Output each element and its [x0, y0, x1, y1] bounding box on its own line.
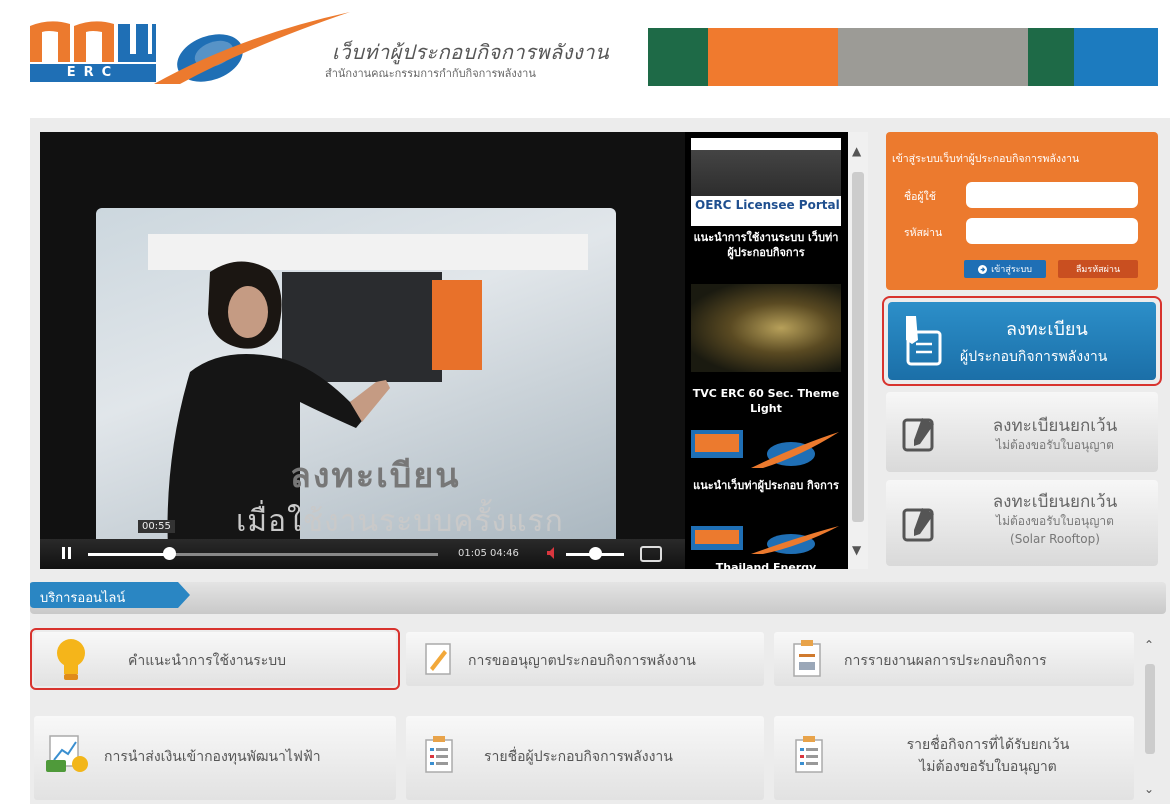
video-player[interactable]: ลงทะเบียน เมื่อใช้งานระบบครั้งแรก 00:55 … [40, 132, 685, 569]
login-button-label: เข้าสู่ระบบ [991, 265, 1032, 275]
service-item-label: การรายงานผลการประกอบกิจการ [844, 653, 1047, 669]
service-item-license[interactable]: การขออนุญาตประกอบกิจการพลังงาน [406, 632, 764, 686]
services-scrollbar[interactable]: ⌃ ⌄ [1142, 638, 1158, 804]
playlist-thumb-caption: OERC Licensee Portal [695, 198, 840, 212]
current-time: 01:05 [458, 548, 487, 559]
username-field[interactable] [966, 182, 1138, 208]
playlist-scrollbar[interactable]: ▲ ▼ [848, 132, 868, 569]
video-panel: ลงทะเบียน เมื่อใช้งานระบบครั้งแรก 00:55 … [40, 132, 868, 569]
login-title: เข้าสู่ระบบเว็บท่าผู้ประกอบกิจการพลังงาน [892, 153, 1080, 165]
playlist-item[interactable]: แนะนำเว็บท่าผู้ประกอบ กิจการ [691, 430, 841, 493]
forgot-password-button[interactable]: ลืมรหัสผ่าน [1058, 260, 1138, 278]
username-label: ชื่อผู้ใช้ [904, 191, 936, 203]
scrollbar-thumb[interactable] [852, 172, 864, 522]
header-color-block [708, 28, 838, 86]
service-item-operator-list[interactable]: รายชื่อผู้ประกอบกิจการพลังงาน [406, 716, 764, 800]
login-button[interactable]: เข้าสู่ระบบ [964, 260, 1046, 278]
service-item-label-line2: ไม่ต้องขอรับใบอนุญาต [919, 759, 1057, 775]
seek-handle[interactable] [162, 547, 176, 560]
erc-logo-mark [30, 21, 156, 62]
login-panel: เข้าสู่ระบบเว็บท่าผู้ประกอบกิจการพลังงาน… [886, 132, 1158, 290]
playlist-thumbnail-logo [691, 430, 839, 468]
services-tab-label: บริการออนไลน์ [40, 591, 126, 606]
pause-icon [62, 547, 71, 559]
list-icon [795, 736, 823, 773]
fullscreen-button[interactable] [640, 546, 662, 562]
service-item-exempt-list[interactable]: รายชื่อกิจการที่ได้รับยกเว้น ไม่ต้องขอรั… [774, 716, 1134, 800]
header-color-strip [648, 28, 1158, 86]
seek-hover-time: 00:55 [138, 520, 175, 533]
service-item-label: การขออนุญาตประกอบกิจการพลังงาน [468, 653, 696, 669]
services-header-bar [30, 582, 1166, 614]
edit-document-icon [902, 418, 934, 452]
video-controls: 01:05 04:46 [40, 539, 685, 569]
scrollbar-thumb[interactable] [1145, 664, 1155, 754]
service-item-label: รายชื่อผู้ประกอบกิจการพลังงาน [484, 749, 673, 765]
register-operator-title: ลงทะเบียน [1006, 319, 1088, 340]
playlist-item-label: แนะนำการใช้งานระบบ เว็บท่าผู้ประกอบกิจกา… [693, 231, 839, 259]
playlist-thumbnail-logo [691, 526, 839, 554]
header-color-block [1028, 28, 1074, 86]
list-icon [425, 736, 453, 773]
money-chart-icon [46, 735, 88, 772]
pen-document-icon [906, 316, 942, 366]
scroll-up-icon[interactable]: ▲ [852, 144, 861, 158]
playlist-item[interactable]: Thailand Energy [691, 526, 841, 569]
playlist-thumbnail [691, 284, 841, 372]
register-operator-panel: ลงทะเบียน ผู้ประกอบกิจการพลังงาน [888, 302, 1156, 380]
register-solar-title: ลงทะเบียนยกเว้น [992, 492, 1118, 512]
document-pen-icon [425, 643, 451, 675]
service-item-label: รายชื่อกิจการที่ได้รับยกเว้น [906, 737, 1070, 753]
erc-logo-text: ERC [30, 64, 156, 82]
register-operator-button[interactable]: ลงทะเบียน ผู้ประกอบกิจการพลังงาน [882, 296, 1162, 386]
register-exempt-button[interactable]: ลงทะเบียนยกเว้น ไม่ต้องขอรับใบอนุญาต [886, 392, 1158, 472]
playlist-item-label: TVC ERC 60 Sec. Theme Light [692, 387, 840, 415]
register-solar-button[interactable]: ลงทะเบียนยกเว้น ไม่ต้องขอรับใบอนุญาต (So… [886, 480, 1158, 566]
header-color-block [1074, 28, 1158, 86]
edit-document-icon [902, 508, 934, 542]
duration: 04:46 [490, 548, 519, 559]
erc-logo[interactable]: ERC [30, 18, 156, 82]
register-solar-subtitle: ไม่ต้องขอรับใบอนุญาต [996, 514, 1114, 528]
playlist-item[interactable]: OERC Licensee Portal แนะนำการใช้งานระบบ … [691, 138, 841, 260]
video-playlist: OERC Licensee Portal แนะนำการใช้งานระบบ … [685, 132, 868, 569]
scroll-down-icon[interactable]: ⌄ [1144, 782, 1154, 796]
playlist-thumbnail: OERC Licensee Portal [691, 138, 841, 226]
scroll-up-icon[interactable]: ⌃ [1144, 638, 1154, 652]
service-item-label: การนำส่งเงินเข้ากองทุนพัฒนาไฟฟ้า [104, 749, 321, 765]
forgot-password-label: ลืมรหัสผ่าน [1075, 265, 1121, 275]
register-solar-note: (Solar Rooftop) [1010, 532, 1100, 546]
playlist-item[interactable]: TVC ERC 60 Sec. Theme Light [691, 284, 841, 416]
time-readout: 01:05 04:46 [458, 548, 519, 559]
scroll-down-icon[interactable]: ▼ [852, 543, 861, 557]
password-label: รหัสผ่าน [904, 227, 943, 239]
report-icon [793, 640, 821, 677]
arrow-circle-icon [978, 264, 988, 274]
header-color-block [838, 28, 1028, 86]
service-item-highlight [30, 628, 400, 690]
video-subtitle-line1: ลงทะเบียน [290, 456, 461, 496]
register-exempt-title: ลงทะเบียนยกเว้น [992, 416, 1118, 436]
site-header: ERC เว็บท่าผู้ประกอบกิจการพลังงาน สำนักง… [0, 0, 1170, 108]
service-item-fund[interactable]: การนำส่งเงินเข้ากองทุนพัฒนาไฟฟ้า [34, 716, 396, 800]
register-exempt-subtitle: ไม่ต้องขอรับใบอนุญาต [996, 438, 1114, 452]
playlist-item-label: แนะนำเว็บท่าผู้ประกอบ กิจการ [693, 479, 839, 492]
site-subtitle: สำนักงานคณะกรรมการกำกับกิจการพลังงาน [325, 67, 536, 80]
volume-handle[interactable] [589, 547, 602, 560]
register-operator-subtitle: ผู้ประกอบกิจการพลังงาน [960, 349, 1108, 365]
seek-progress [88, 553, 169, 556]
volume-icon[interactable] [546, 546, 560, 560]
service-item-report[interactable]: การรายงานผลการประกอบกิจการ [774, 632, 1134, 686]
password-field[interactable] [966, 218, 1138, 244]
video-subtitle-line2: เมื่อใช้งานระบบครั้งแรก [236, 504, 564, 539]
video-scene-orange-panel [432, 280, 482, 370]
playlist-item-label: Thailand Energy [715, 561, 817, 569]
header-color-block [648, 28, 708, 86]
pause-button[interactable] [62, 547, 72, 562]
